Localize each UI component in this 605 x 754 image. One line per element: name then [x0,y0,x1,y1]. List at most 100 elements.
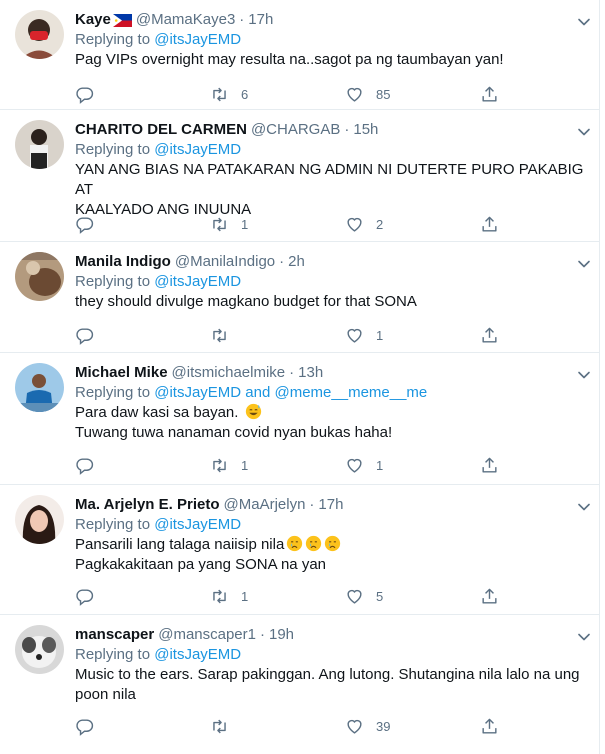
tweet[interactable]: Michael Mike @itsmichaelmike · 13h Reply… [0,353,600,485]
timestamp[interactable]: 15h [353,120,378,140]
tweet-actions: 1 1 [75,455,515,475]
avatar[interactable] [15,120,64,169]
avatar[interactable] [15,625,64,674]
like-button[interactable]: 39 [345,716,390,736]
tweet[interactable]: Ma. Arjelyn E. Prieto @MaArjelyn · 17h R… [0,485,600,615]
avatar[interactable] [15,10,64,59]
chevron-down-icon[interactable] [574,627,594,647]
retweet-icon [213,719,226,733]
avatar[interactable] [15,252,64,301]
share-button[interactable] [480,84,499,104]
replying-to: Replying to @itsJayEMD [75,30,585,50]
tweet-text: Pansarili lang talaga naiisip nila [75,536,285,553]
crying-face-emoji-icon [306,535,322,552]
tweet-text: they should divulge magkano budget for t… [75,293,417,310]
tweet-actions: 1 [75,325,515,345]
reply-button[interactable] [75,716,94,736]
user-handle[interactable]: @itsmichaelmike [172,363,286,383]
avatar[interactable] [15,495,64,544]
tweet[interactable]: Manila Indigo @ManilaIndigo · 2h Replyin… [0,242,600,353]
replying-to-label: Replying to [75,31,155,48]
heart-icon [347,328,362,343]
reply-button[interactable] [75,84,94,104]
retweet-button[interactable]: 1 [210,214,248,234]
mention-link[interactable]: @itsJayEMD and @meme__meme__me [154,384,427,401]
user-handle[interactable]: @MamaKaye3 [136,10,235,30]
display-name[interactable]: Manila Indigo [75,252,171,272]
like-button[interactable]: 1 [345,325,383,345]
timestamp[interactable]: 17h [318,495,343,515]
tweet-text-line: Para daw kasi sa bayan. [75,403,585,423]
retweet-button[interactable]: 1 [210,455,248,475]
tweet[interactable]: CHARITO DEL CARMEN @CHARGAB · 15h Replyi… [0,110,600,242]
like-count: 5 [376,588,384,604]
tweet-text: Tuwang tuwa nanaman covid nyan bukas hah… [75,424,393,441]
user-handle[interactable]: @ManilaIndigo [175,252,275,272]
tweet[interactable]: manscaper @manscaper1 · 19h Replying to … [0,615,600,754]
tweet-actions: 1 2 [75,214,515,234]
retweet-button[interactable]: 1 [210,586,248,606]
reply-button[interactable] [75,455,94,475]
timestamp[interactable]: 2h [288,252,305,272]
separator-dot: · [260,626,265,643]
display-name[interactable]: Kaye [75,10,111,30]
share-button[interactable] [480,455,499,475]
reply-button[interactable] [75,586,94,606]
like-count: 1 [376,457,384,473]
avatar[interactable] [15,363,64,412]
share-button[interactable] [480,716,499,736]
timestamp[interactable]: 17h [248,10,273,30]
replying-to-label: Replying to [75,384,155,401]
user-handle[interactable]: @manscaper1 [158,625,256,645]
like-count: 2 [376,216,384,232]
display-name[interactable]: Michael Mike [75,363,168,383]
display-name[interactable]: manscaper [75,625,154,645]
chevron-down-icon[interactable] [574,497,594,517]
chevron-down-icon[interactable] [574,254,594,274]
share-button[interactable] [480,586,499,606]
like-button[interactable]: 1 [345,455,383,475]
like-button[interactable]: 2 [345,214,383,234]
share-button[interactable] [480,214,499,234]
mention-link[interactable]: @itsJayEMD [154,273,241,290]
share-icon [482,457,497,473]
retweet-button[interactable] [210,325,241,345]
crying-face-emoji-icon [325,535,341,552]
user-handle[interactable]: @MaArjelyn [224,495,306,515]
mention-link[interactable]: @itsJayEMD [154,516,241,533]
chevron-down-icon[interactable] [574,12,594,32]
share-button[interactable] [480,325,499,345]
chevron-down-icon[interactable] [574,365,594,385]
tweet[interactable]: Kaye @MamaKaye3 · 17h Replying to @itsJa… [0,0,600,110]
reply-button[interactable] [75,325,94,345]
separator-dot: · [239,11,245,28]
replying-to: Replying to @itsJayEMD [75,515,585,535]
retweet-button[interactable] [210,716,241,736]
sweat-smile-emoji-icon [245,403,261,420]
tweet-text: Para daw kasi sa bayan. [75,404,239,421]
chevron-down-icon[interactable] [574,122,594,142]
like-button[interactable]: 85 [345,84,390,104]
tweet-actions: 39 [75,716,515,736]
like-button[interactable]: 5 [345,586,383,606]
timestamp[interactable]: 13h [298,363,323,383]
reply-button[interactable] [75,214,94,234]
replying-to-label: Replying to [75,646,155,663]
mention-link[interactable]: @itsJayEMD [154,141,241,158]
replying-to-label: Replying to [75,273,155,290]
retweet-icon [213,589,226,603]
mention-link[interactable]: @itsJayEMD [154,31,241,48]
reply-feed: Kaye @MamaKaye3 · 17h Replying to @itsJa… [0,0,600,754]
timestamp[interactable]: 19h [269,625,294,645]
user-handle[interactable]: @CHARGAB [251,120,340,140]
retweet-count: 1 [241,457,249,473]
heart-icon [347,217,362,232]
reply-icon [76,327,94,345]
heart-icon [347,719,362,734]
display-name[interactable]: CHARITO DEL CARMEN [75,120,247,140]
tweet-actions: 1 5 [75,586,515,606]
mention-link[interactable]: @itsJayEMD [154,646,241,663]
like-count: 85 [376,86,391,102]
retweet-button[interactable]: 6 [210,84,248,104]
display-name[interactable]: Ma. Arjelyn E. Prieto [75,495,220,515]
